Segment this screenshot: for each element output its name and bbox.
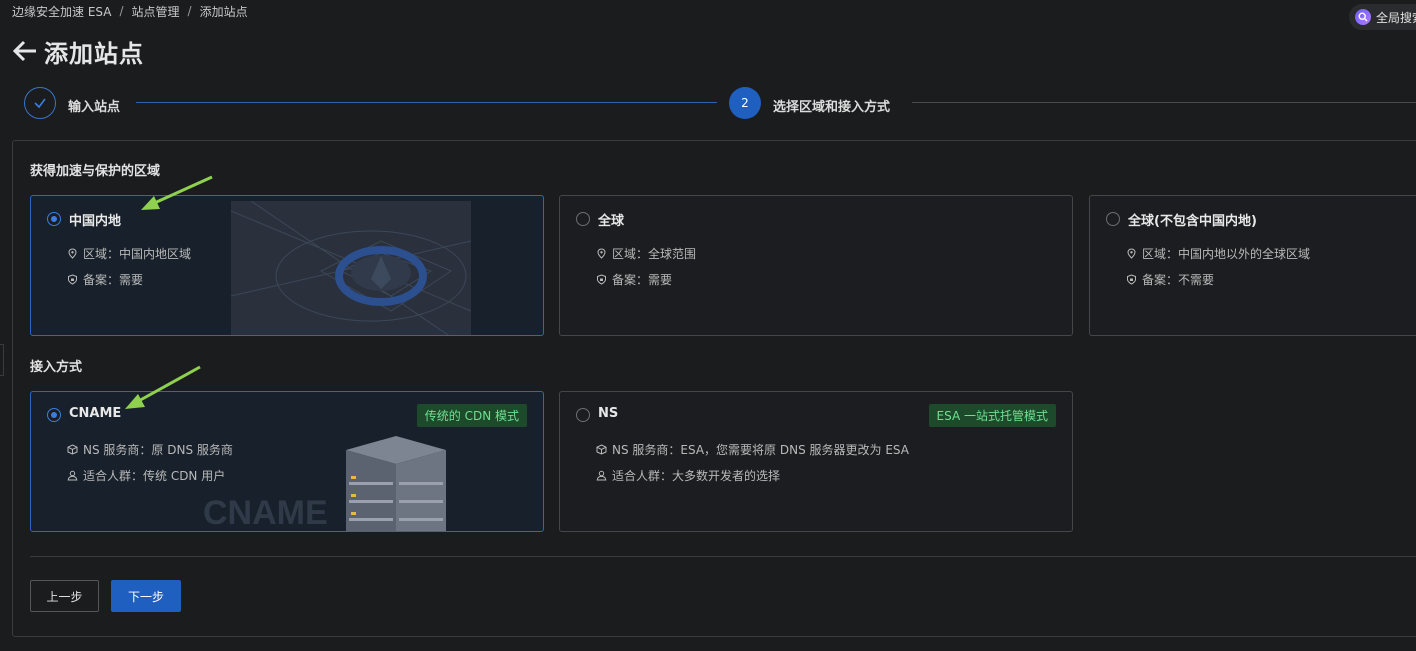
region-option-title: 中国内地 xyxy=(69,214,122,229)
radio-button[interactable] xyxy=(576,212,590,226)
region-text: 区域：中国内地以外的全球区域 xyxy=(1142,247,1311,261)
region-option-china-mainland[interactable]: 中国内地 区域：中国内地区域 备案：需要 xyxy=(30,195,544,336)
previous-step-button[interactable]: 上一步 xyxy=(30,580,99,612)
region-section-title: 获得加速与保护的区域 xyxy=(30,164,161,179)
region-attr: 区域：中国内地以外的全球区域 xyxy=(1126,245,1310,262)
step-connector xyxy=(136,102,717,103)
form-panel: 获得加速与保护的区域 中国内地 区域：中国内地区域 备案：需要 全球 区域：全球… xyxy=(12,140,1416,637)
next-step-button[interactable]: 下一步 xyxy=(111,580,181,612)
shield-icon xyxy=(597,274,606,285)
icp-text: 备案：不需要 xyxy=(1142,273,1215,287)
step-2-circle: 2 xyxy=(729,87,761,119)
step-connector xyxy=(912,102,1416,103)
region-option-global[interactable]: 全球 区域：全球范围 备案：需要 xyxy=(559,195,1073,336)
breadcrumb-separator: / xyxy=(119,4,124,18)
region-option-global-excluding-china[interactable]: 全球(不包含中国内地) 区域：中国内地以外的全球区域 备案：不需要 xyxy=(1089,195,1416,336)
page-title: 添加站点 xyxy=(44,39,144,68)
ns-text: NS 服务商：原 DNS 服务商 xyxy=(83,443,233,457)
mode-tag: 传统的 CDN 模式 xyxy=(416,404,527,427)
global-search-button[interactable]: 全局搜索 xyxy=(1349,4,1416,30)
access-option-title: NS xyxy=(598,406,619,421)
breadcrumb-item-add-site: 添加站点 xyxy=(199,4,248,19)
step-2-label: 选择区域和接入方式 xyxy=(773,100,891,115)
icp-attr: 备案：不需要 xyxy=(1126,271,1214,288)
audience-attr: 适合人群：传统 CDN 用户 xyxy=(67,467,225,484)
region-text: 区域：中国内地区域 xyxy=(83,247,192,261)
location-pin-icon xyxy=(597,248,606,259)
access-section-title: 接入方式 xyxy=(30,360,83,375)
breadcrumb-separator: / xyxy=(187,4,192,18)
region-option-title: 全球(不包含中国内地) xyxy=(1128,214,1257,229)
ns-text: NS 服务商：ESA，您需要将原 DNS 服务器更改为 ESA xyxy=(612,443,909,457)
audience-text: 适合人群：大多数开发者的选择 xyxy=(612,469,781,483)
breadcrumb-item-site-management[interactable]: 站点管理 xyxy=(132,3,180,20)
ns-attr: NS 服务商：ESA，您需要将原 DNS 服务器更改为 ESA xyxy=(596,441,909,458)
back-arrow-icon[interactable] xyxy=(12,40,38,62)
access-option-ns[interactable]: NS ESA 一站式托管模式 NS 服务商：ESA，您需要将原 DNS 服务器更… xyxy=(559,391,1073,532)
region-attr: 区域：中国内地区域 xyxy=(67,245,191,262)
region-illustration xyxy=(231,201,471,335)
breadcrumb: 边缘安全加速 ESA / 站点管理 / 添加站点 xyxy=(12,3,248,19)
access-option-cname[interactable]: CNAME CNAME 传统的 CDN 模式 NS 服务商：原 DNS 服务商 … xyxy=(30,391,544,532)
page-header: 添加站点 xyxy=(12,34,144,68)
location-pin-icon xyxy=(1127,248,1136,259)
ns-attr: NS 服务商：原 DNS 服务商 xyxy=(67,441,233,458)
user-icon xyxy=(596,470,607,481)
cube-icon xyxy=(67,444,78,455)
step-1-label: 输入站点 xyxy=(68,100,121,115)
region-attr: 区域：全球范围 xyxy=(596,245,696,262)
search-icon xyxy=(1355,9,1371,25)
icp-attr: 备案：需要 xyxy=(67,271,143,288)
shield-icon xyxy=(1127,274,1136,285)
radio-button[interactable] xyxy=(47,212,61,226)
check-icon xyxy=(34,98,46,109)
cname-art-text: CNAME xyxy=(203,494,328,532)
global-search-label: 全局搜索 xyxy=(1376,10,1416,25)
region-option-title: 全球 xyxy=(598,214,625,229)
audience-attr: 适合人群：大多数开发者的选择 xyxy=(596,467,780,484)
radio-button[interactable] xyxy=(1106,212,1120,226)
breadcrumb-item-esa[interactable]: 边缘安全加速 ESA xyxy=(12,3,111,20)
radio-button[interactable] xyxy=(47,408,61,422)
region-text: 区域：全球范围 xyxy=(612,247,697,261)
icp-attr: 备案：需要 xyxy=(596,271,672,288)
side-collapse-handle[interactable] xyxy=(0,344,4,376)
step-1-done-circle xyxy=(24,87,56,119)
icp-text: 备案：需要 xyxy=(612,273,673,287)
shield-icon xyxy=(68,274,77,285)
divider xyxy=(30,556,1416,557)
mode-tag: ESA 一站式托管模式 xyxy=(928,404,1056,427)
step-indicator: 输入站点 2 选择区域和接入方式 xyxy=(24,87,1416,121)
radio-button[interactable] xyxy=(576,408,590,422)
user-icon xyxy=(67,470,78,481)
location-pin-icon xyxy=(68,248,77,259)
cube-icon xyxy=(596,444,607,455)
icp-text: 备案：需要 xyxy=(83,273,144,287)
access-option-title: CNAME xyxy=(69,406,122,421)
audience-text: 适合人群：传统 CDN 用户 xyxy=(83,469,226,483)
